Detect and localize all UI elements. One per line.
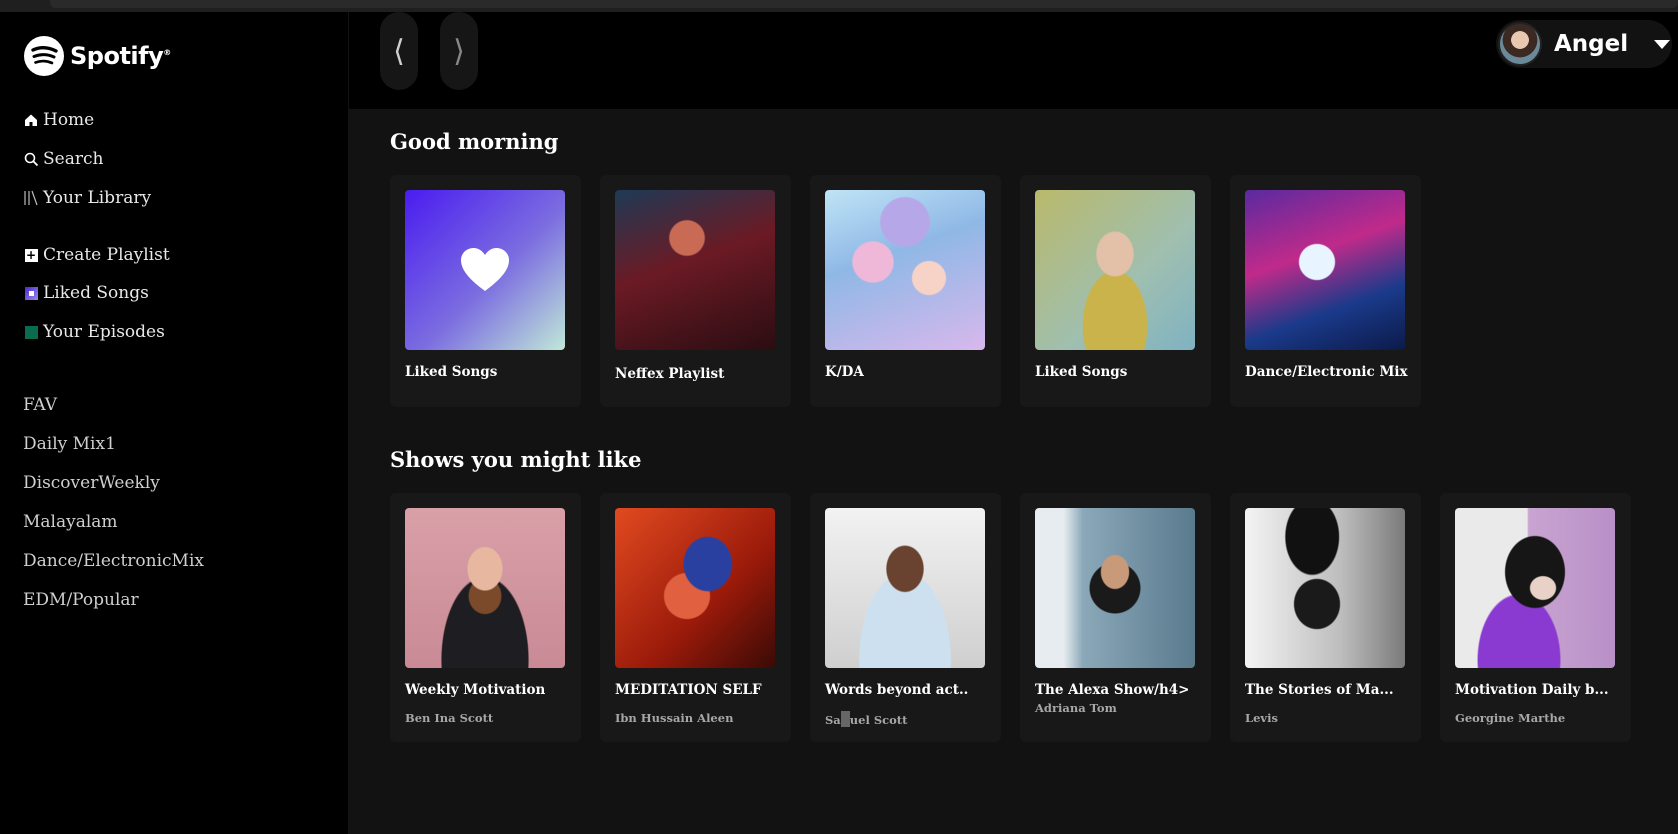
- playlist-card[interactable]: Liked Songs: [1020, 175, 1211, 407]
- card-artwork: [615, 508, 775, 668]
- episodes-icon: [23, 324, 39, 340]
- back-button[interactable]: ⟨: [380, 12, 418, 90]
- sidebar-playlist-item[interactable]: Dance/ElectronicMix: [23, 551, 204, 571]
- sidebar-playlist-item[interactable]: EDM/Popular: [23, 590, 139, 610]
- home-icon: [23, 112, 39, 128]
- card-title: Words beyond act..: [825, 682, 969, 698]
- spotify-wordmark: Spotify®: [70, 42, 171, 70]
- forward-button[interactable]: ⟩: [440, 12, 478, 90]
- card-title: Dance/Electronic Mix: [1245, 364, 1408, 380]
- card-artwork: [825, 190, 985, 350]
- avatar: [1498, 22, 1542, 66]
- chevron-right-icon: ⟩: [453, 33, 465, 69]
- card-subtitle: Adriana Tom: [1035, 701, 1117, 715]
- card-title: Liked Songs: [1035, 364, 1128, 380]
- card-title: The Stories of Ma...: [1245, 682, 1394, 698]
- text-cursor: [840, 711, 850, 727]
- sidebar-playlist-item[interactable]: Malayalam: [23, 512, 118, 532]
- card-subtitle-part: uel Scott: [849, 713, 908, 727]
- card-title: MEDITATION SELF: [615, 682, 762, 698]
- user-name: Angel: [1554, 31, 1629, 57]
- browser-top-strip: [0, 0, 1678, 12]
- card-subtitle: Georgine Marthe: [1455, 711, 1566, 725]
- sidebar-playlist-item[interactable]: DiscoverWeekly: [23, 473, 160, 493]
- user-menu-button[interactable]: Angel: [1496, 20, 1672, 68]
- playlist-card[interactable]: Neffex Playlist: [600, 175, 791, 407]
- card-subtitle: Ibn Hussain Aleen: [615, 711, 734, 725]
- show-card[interactable]: The Alexa Show/h4> Adriana Tom: [1020, 493, 1211, 742]
- card-title: Weekly Motivation: [405, 682, 546, 698]
- create-playlist-button[interactable]: + Create Playlist: [23, 245, 170, 265]
- nav-search[interactable]: Search: [23, 149, 103, 169]
- nav-search-label: Search: [43, 149, 104, 169]
- liked-songs-label: Liked Songs: [43, 283, 149, 303]
- library-icon: [23, 190, 39, 206]
- card-subtitle: Sa uel Scott: [825, 711, 907, 727]
- sidebar: Spotify® Home Search Your Library + Crea…: [0, 12, 348, 834]
- nav-home[interactable]: Home: [23, 110, 94, 130]
- card-title: Motivation Daily b...: [1455, 682, 1609, 698]
- main-content: Good morning Liked Songs Neffex Playlist…: [349, 109, 1678, 834]
- card-subtitle-part: Sa: [825, 713, 841, 727]
- card-artwork: [1035, 508, 1195, 668]
- card-artwork: [405, 508, 565, 668]
- section-title-greeting: Good morning: [390, 129, 559, 154]
- card-artwork: [1035, 190, 1195, 350]
- playlist-card[interactable]: K/DA: [810, 175, 1001, 407]
- playlist-card[interactable]: Liked Songs: [390, 175, 581, 407]
- caret-down-icon: [1654, 39, 1671, 49]
- nav-your-library-label: Your Library: [43, 188, 152, 208]
- show-card[interactable]: Motivation Daily b... Georgine Marthe: [1440, 493, 1631, 742]
- spotify-logo[interactable]: Spotify®: [24, 36, 171, 76]
- browser-address-bar[interactable]: [50, 0, 1678, 8]
- your-episodes-link[interactable]: Your Episodes: [23, 322, 165, 342]
- section-title-shows: Shows you might like: [390, 447, 642, 472]
- card-artwork: [1245, 508, 1405, 668]
- your-episodes-label: Your Episodes: [43, 322, 165, 342]
- card-artwork: [1455, 508, 1615, 668]
- show-card[interactable]: The Stories of Ma... Levis: [1230, 493, 1421, 742]
- show-card[interactable]: Words beyond act.. Sa uel Scott: [810, 493, 1001, 742]
- card-title: Neffex Playlist: [615, 366, 725, 382]
- card-title: The Alexa Show/h4>: [1035, 682, 1190, 698]
- spotify-logo-icon: [24, 36, 64, 76]
- liked-songs-link[interactable]: Liked Songs: [23, 283, 149, 303]
- show-card[interactable]: Weekly Motivation Ben Ina Scott: [390, 493, 581, 742]
- create-playlist-label: Create Playlist: [43, 245, 170, 265]
- nav-home-label: Home: [43, 110, 95, 130]
- card-artwork: [405, 190, 565, 350]
- card-artwork: [615, 190, 775, 350]
- playlist-card[interactable]: Dance/Electronic Mix: [1230, 175, 1421, 407]
- card-title: Liked Songs: [405, 364, 498, 380]
- card-artwork: [1245, 190, 1405, 350]
- nav-your-library[interactable]: Your Library: [23, 188, 151, 208]
- card-artwork: [825, 508, 985, 668]
- plus-square-icon: +: [24, 247, 38, 262]
- chevron-left-icon: ⟨: [393, 33, 405, 69]
- sidebar-playlist-item[interactable]: FAV: [23, 395, 57, 415]
- search-icon: [23, 151, 39, 167]
- sidebar-playlist-item[interactable]: Daily Mix1: [23, 434, 116, 454]
- card-subtitle: Levis: [1245, 711, 1278, 725]
- heart-icon: [461, 248, 509, 291]
- top-bar: ⟨ ⟩ Angel: [349, 12, 1678, 109]
- show-card[interactable]: MEDITATION SELF Ibn Hussain Aleen: [600, 493, 791, 742]
- liked-songs-icon: [23, 285, 39, 301]
- card-title: K/DA: [825, 364, 864, 380]
- card-subtitle: Ben Ina Scott: [405, 711, 494, 725]
